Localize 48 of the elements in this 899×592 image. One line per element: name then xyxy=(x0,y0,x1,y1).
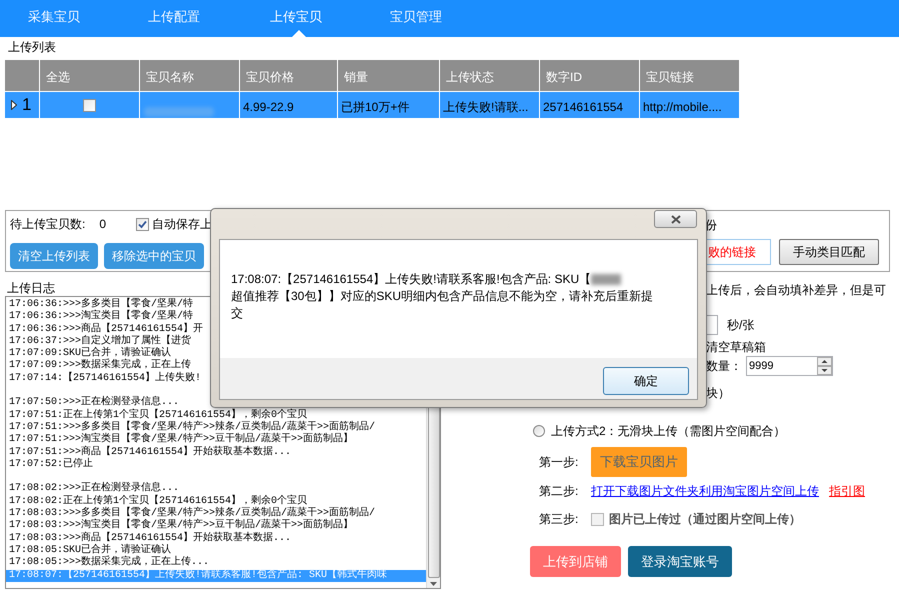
log-line[interactable]: 17:08:02:>>>正在检测登录信息... xyxy=(6,483,426,496)
close-icon xyxy=(670,214,680,224)
checkbox[interactable] xyxy=(83,98,96,112)
field-label: 数量： xyxy=(706,358,743,375)
action-button[interactable]: 登录淘宝账号 xyxy=(628,546,732,577)
spinner-icon[interactable] xyxy=(817,357,832,375)
hint-text: 上传后，会自动填补差异，但是可 xyxy=(706,282,887,295)
radio-label: 上传方式2：无滑块上传（需图片空间配合） xyxy=(551,423,786,440)
interval-field[interactable] xyxy=(706,315,718,335)
download-images-button: 下载宝贝图片 xyxy=(591,447,687,477)
log-line[interactable]: 17:08:03:>>>商品【257146161554】开始获取基本数据... xyxy=(6,532,426,545)
log-line[interactable]: 17:08:03:>>>淘宝类目【零食/坚果/特产>>豆干制品/蔬菜干>>面筋制品】 xyxy=(6,520,426,533)
close-button[interactable] xyxy=(654,210,697,228)
log-line[interactable]: 17:07:51:>>>商品【257146161554】开始获取基本数据... xyxy=(6,446,426,459)
table-cell: 257146161554 xyxy=(540,91,640,118)
active-tab-pointer-icon xyxy=(292,30,306,37)
step-label: 第二步: xyxy=(539,483,580,500)
pending-count: 0 xyxy=(99,216,106,233)
log-line[interactable]: 17:07:52:已停止 xyxy=(6,458,426,472)
row-header[interactable]: 1 xyxy=(5,91,40,118)
log-line[interactable]: 17:08:05:>>>数据采集完成，正在上传... xyxy=(6,557,426,570)
guide-link[interactable]: 指引图 xyxy=(829,482,865,500)
radio-button[interactable] xyxy=(533,425,545,437)
step-label: 第一步: xyxy=(539,454,580,471)
checkbox[interactable] xyxy=(136,218,150,230)
folder-link[interactable]: 打开下载图片文件夹利用淘宝图片空间上传 xyxy=(591,482,819,500)
pending-label: 待上传宝贝数: xyxy=(10,216,86,233)
log-line[interactable]: 17:07:51:正在上传第1个宝贝【257146161554】，剩余0个宝贝 xyxy=(6,410,426,422)
table-cell: 上传失败!请联... xyxy=(440,91,540,118)
current-row-icon xyxy=(11,100,17,110)
row-number: 1 xyxy=(22,94,32,116)
category-match-button[interactable]: 手动类目匹配 xyxy=(779,239,879,265)
step-label: 第三步: xyxy=(539,511,580,528)
group-title: 上传日志 xyxy=(6,281,56,295)
scroll-down-icon[interactable] xyxy=(430,582,437,586)
table-cell: 已拼10万+件 xyxy=(338,91,440,118)
failed-links-button[interactable]: 败的链接 xyxy=(705,239,771,265)
option-text: 块） xyxy=(706,385,731,398)
quantity-field[interactable]: 9999 xyxy=(746,356,833,376)
dialog-message: 17:08:07:【257146161554】上传失败!请联系客服!包含产品: SKU【 超值推荐【30包】】对应的SKU明细内包含产品信息不能为空，请补充后重新提交 xyxy=(230,271,654,322)
unit-label: 秒/张 xyxy=(727,317,754,334)
table-cell: 4.99-22.9 xyxy=(240,91,338,118)
checkbox-label: 清空草稿箱 xyxy=(706,339,767,352)
ok-button[interactable]: 确定 xyxy=(603,367,689,395)
log-line[interactable]: 17:07:51:>>>淘宝类目【零食/坚果/特产>>豆干制品/蔬菜干>>面筋制品】 xyxy=(6,434,426,447)
group-title: 上传列表 xyxy=(7,40,57,54)
checkbox-label: 图片已上传过（通过图片空间上传） xyxy=(609,511,801,528)
table-cell: http://mobile.... xyxy=(640,91,740,118)
